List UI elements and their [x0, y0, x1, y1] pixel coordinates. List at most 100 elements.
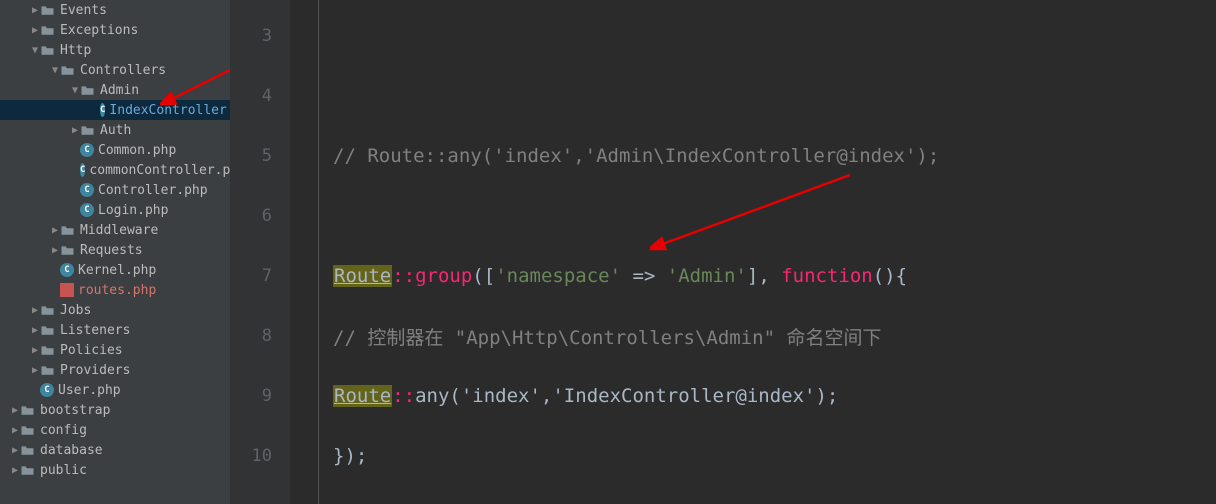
tree-row-jobs[interactable]: ▶ Jobs [0, 300, 230, 320]
chevron-right-icon: ▶ [10, 465, 20, 476]
tree-row-listeners[interactable]: ▶ Listeners [0, 320, 230, 340]
tree-label: Kernel.php [78, 263, 156, 278]
token-open: ([ [472, 265, 495, 287]
folder-icon [40, 3, 56, 17]
tree-label: Providers [60, 363, 130, 378]
code-line-3[interactable] [319, 6, 1216, 66]
code-line-9[interactable]: Route::any('index','IndexController@inde… [319, 366, 1216, 426]
tree-row-config[interactable]: ▶ config [0, 420, 230, 440]
tree-label: commonController.p [89, 163, 230, 178]
folder-icon [40, 303, 56, 317]
token-close: }); [333, 445, 367, 467]
php-class-icon: C [80, 183, 94, 197]
tree-label: Http [60, 43, 91, 58]
line-number: 8 [230, 306, 272, 366]
tree-label: Admin [100, 83, 139, 98]
code-editor[interactable]: 3 4 5 6 7 8 9 10 // Route::any('index','… [230, 0, 1216, 504]
chevron-right-icon: ▶ [30, 305, 40, 316]
tree-label: Common.php [98, 143, 176, 158]
php-class-icon: C [100, 103, 105, 117]
chevron-right-icon: ▶ [10, 445, 20, 456]
folder-icon [80, 83, 96, 97]
tree-row-requests[interactable]: ▶ Requests [0, 240, 230, 260]
tree-row-user[interactable]: C User.php [0, 380, 230, 400]
folder-icon [20, 443, 36, 457]
chevron-right-icon: ▶ [70, 125, 80, 136]
tree-row-middleware[interactable]: ▶ Middleware [0, 220, 230, 240]
code-line-5[interactable]: // Route::any('index','Admin\IndexContro… [319, 126, 1216, 186]
tree-row-indexcontroller[interactable]: C IndexController.p [0, 100, 230, 120]
code-line-4[interactable] [319, 66, 1216, 126]
tree-row-controller[interactable]: C Controller.php [0, 180, 230, 200]
token-dcolon: :: [392, 265, 415, 287]
tree-row-commoncontroller[interactable]: C commonController.p [0, 160, 230, 180]
code-comment: // Route::any('index','Admin\IndexContro… [333, 145, 939, 167]
chevron-right-icon: ▶ [30, 5, 40, 16]
tree-label: IndexController.p [109, 103, 230, 118]
chevron-down-icon: ▼ [50, 65, 60, 76]
line-number: 7 [230, 246, 272, 306]
folder-icon [80, 123, 96, 137]
tree-row-admin[interactable]: ▼ Admin [0, 80, 230, 100]
line-number: 3 [230, 6, 272, 66]
php-class-icon: C [80, 143, 94, 157]
token-function: function [781, 265, 873, 287]
tree-label: Policies [60, 343, 123, 358]
line-gutter: 3 4 5 6 7 8 9 10 [230, 0, 290, 504]
project-tree[interactable]: ▶ Events ▶ Exceptions ▼ Http ▼ Controlle… [0, 0, 230, 504]
token-anyargs: ('index','IndexController@index'); [449, 385, 838, 407]
tree-label: Listeners [60, 323, 130, 338]
folder-icon [20, 403, 36, 417]
folder-icon [60, 243, 76, 257]
tree-row-routes[interactable]: routes.php [0, 280, 230, 300]
line-number: 9 [230, 366, 272, 426]
tree-label: Controllers [80, 63, 166, 78]
tree-row-common[interactable]: C Common.php [0, 140, 230, 160]
tree-row-public[interactable]: ▶ public [0, 460, 230, 480]
tree-row-controllers[interactable]: ▼ Controllers [0, 60, 230, 80]
tree-label: config [40, 423, 87, 438]
code-line-7[interactable]: Route::group(['namespace' => 'Admin'], f… [319, 246, 1216, 306]
code-line-10[interactable]: }); [319, 426, 1216, 486]
token-route: Route [333, 385, 392, 407]
token-br: ], [747, 265, 781, 287]
folder-icon [40, 323, 56, 337]
folder-icon [20, 423, 36, 437]
code-line-6[interactable] [319, 186, 1216, 246]
tree-label: database [40, 443, 103, 458]
code-line-8[interactable]: // 控制器在 "App\Http\Controllers\Admin" 命名空… [319, 306, 1216, 366]
tree-label: Login.php [98, 203, 168, 218]
chevron-right-icon: ▶ [30, 25, 40, 36]
folder-icon [60, 63, 76, 77]
tree-row-exceptions[interactable]: ▶ Exceptions [0, 20, 230, 40]
tree-label: bootstrap [40, 403, 110, 418]
tree-label: Requests [80, 243, 143, 258]
folder-icon [40, 363, 56, 377]
code-area[interactable]: // Route::any('index','Admin\IndexContro… [318, 0, 1216, 504]
tree-row-policies[interactable]: ▶ Policies [0, 340, 230, 360]
tree-row-bootstrap[interactable]: ▶ bootstrap [0, 400, 230, 420]
folder-icon [60, 223, 76, 237]
tree-label: User.php [58, 383, 121, 398]
php-class-icon: C [60, 263, 74, 277]
token-dcolon: :: [392, 385, 415, 407]
chevron-right-icon: ▶ [30, 365, 40, 376]
php-class-icon: C [80, 203, 94, 217]
chevron-right-icon: ▶ [30, 345, 40, 356]
tree-row-providers[interactable]: ▶ Providers [0, 360, 230, 380]
tree-label: Controller.php [98, 183, 208, 198]
tree-row-kernel[interactable]: C Kernel.php [0, 260, 230, 280]
tree-row-database[interactable]: ▶ database [0, 440, 230, 460]
code-comment: // 控制器在 "App\Http\Controllers\Admin" 命名空… [333, 323, 882, 350]
tree-row-events[interactable]: ▶ Events [0, 0, 230, 20]
token-group: group [415, 265, 472, 287]
tree-row-http[interactable]: ▼ Http [0, 40, 230, 60]
token-nsval: 'Admin' [667, 265, 747, 287]
tree-label: Middleware [80, 223, 158, 238]
tree-label: Jobs [60, 303, 91, 318]
token-tail: (){ [873, 265, 907, 287]
folder-icon [40, 23, 56, 37]
tree-row-auth[interactable]: ▶ Auth [0, 120, 230, 140]
chevron-right-icon: ▶ [10, 405, 20, 416]
tree-row-login[interactable]: C Login.php [0, 200, 230, 220]
